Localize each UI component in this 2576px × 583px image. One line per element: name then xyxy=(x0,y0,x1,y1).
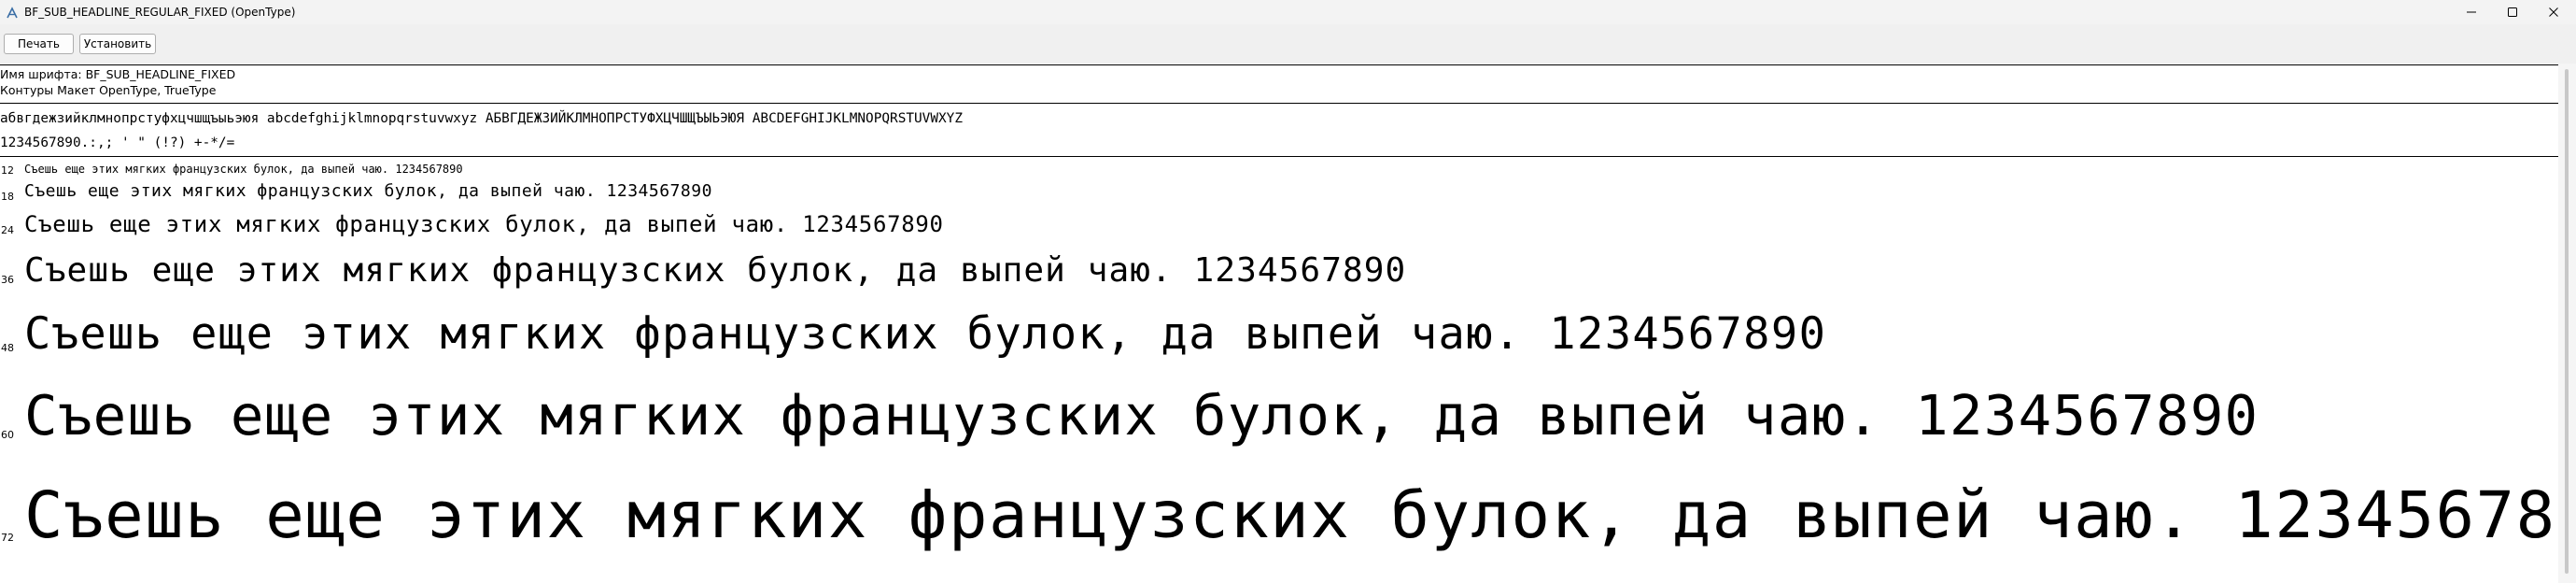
sample-size-label: 60 xyxy=(1,429,14,441)
sample-size-label: 36 xyxy=(1,274,14,286)
sample-text: Съешь еще этих мягких французских булок,… xyxy=(24,211,944,237)
sample-text: Съешь еще этих мягких французских булок,… xyxy=(24,478,2576,553)
font-outline-line: Контуры Макет OpenType, TrueType xyxy=(0,83,217,97)
install-button[interactable]: Установить xyxy=(79,34,156,54)
info-divider xyxy=(0,103,2558,104)
maximize-icon xyxy=(2507,7,2518,18)
title-bar: BF_SUB_HEADLINE_REGULAR_FIXED (OpenType) xyxy=(0,0,2576,24)
window-title: BF_SUB_HEADLINE_REGULAR_FIXED (OpenType) xyxy=(24,6,296,19)
close-icon xyxy=(2548,7,2559,18)
sample-text: Съешь еще этих мягких французских булок,… xyxy=(24,251,1407,290)
sample-size-label: 48 xyxy=(1,342,14,354)
minimize-icon xyxy=(2466,7,2477,18)
maximize-button[interactable] xyxy=(2492,0,2533,24)
charset-letters: абвгдежзийклмнопрстуфхцчшщъыьэюя abcdefg… xyxy=(0,111,964,126)
sample-size-label: 18 xyxy=(1,191,14,203)
toolbar-divider xyxy=(0,64,2558,65)
sample-text: Съешь еще этих мягких французских булок,… xyxy=(24,308,1827,360)
charset-digits-symbols: 1234567890.:,; ' " (!?) +-*/= xyxy=(0,135,235,150)
sample-text: Съешь еще этих мягких французских булок,… xyxy=(24,383,2259,448)
close-button[interactable] xyxy=(2533,0,2574,24)
sample-text: Съешь еще этих мягких французских булок,… xyxy=(24,181,712,201)
toolbar: Печать Установить xyxy=(0,24,2576,64)
minimize-button[interactable] xyxy=(2451,0,2492,24)
vertical-scrollbar[interactable] xyxy=(2558,64,2576,583)
print-button[interactable]: Печать xyxy=(4,34,74,54)
charset-divider xyxy=(0,156,2558,157)
font-name-line: Имя шрифта: BF_SUB_HEADLINE_FIXED xyxy=(0,67,236,81)
sample-text: Съешь еще этих мягких французских булок,… xyxy=(24,163,463,176)
sample-size-label: 24 xyxy=(1,224,14,236)
sample-size-label: 72 xyxy=(1,532,14,544)
sample-size-label: 12 xyxy=(1,164,14,177)
font-file-icon xyxy=(6,6,19,19)
scrollbar-thumb[interactable] xyxy=(2565,69,2569,574)
